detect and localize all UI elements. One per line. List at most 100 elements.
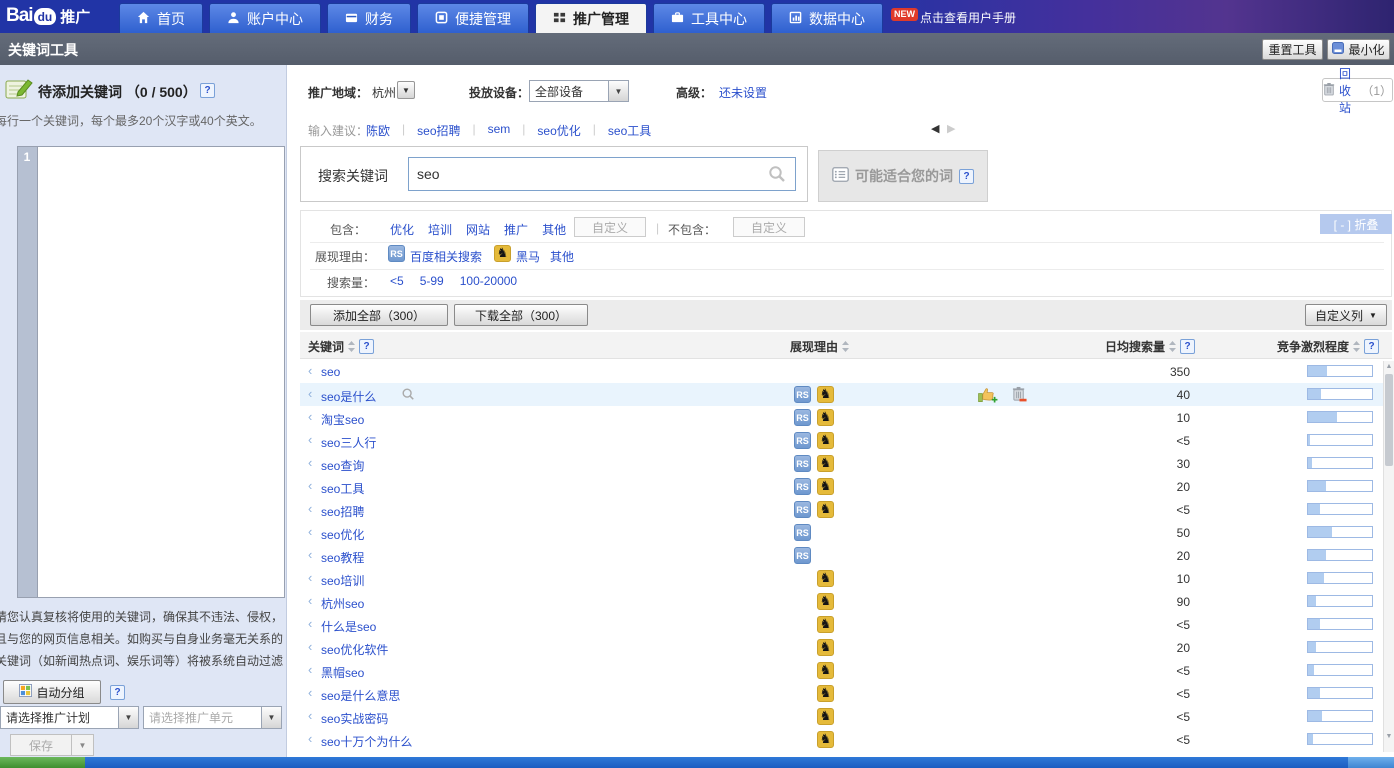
region-dropdown-button[interactable]: ▼ — [397, 81, 415, 99]
rs-icon[interactable]: RS — [794, 455, 811, 472]
suggestions-prev-icon[interactable]: ◀ — [931, 122, 939, 135]
dark-horse-icon[interactable]: ♞ — [817, 731, 834, 748]
suggestion-link[interactable]: seo优化 — [537, 122, 580, 139]
scrollbar-thumb[interactable] — [1385, 374, 1393, 466]
device-select[interactable]: 全部设备 ▼ — [529, 80, 629, 102]
suggestions-next-icon[interactable]: ▶ — [947, 122, 955, 135]
nav-tab-quick-manage[interactable]: 便捷管理 — [417, 3, 529, 33]
help-icon[interactable]: ? — [110, 685, 125, 700]
sort-icon[interactable] — [1169, 341, 1176, 352]
keyword-link[interactable]: seo三人行 — [321, 434, 376, 451]
nav-tab-user[interactable]: 账户中心 — [209, 3, 321, 33]
column-header-competition[interactable]: 竞争激烈程度 ? — [1277, 338, 1379, 355]
tab-suitable-words[interactable]: 可能适合您的词 ? — [818, 150, 988, 202]
help-icon[interactable]: ? — [1364, 339, 1379, 354]
thumbs-up-add-icon[interactable] — [978, 386, 998, 406]
user-manual-link[interactable]: 点击查看用户手册 — [920, 9, 1016, 26]
suggestion-link[interactable]: 陈欧 — [366, 122, 390, 139]
suggestion-link[interactable]: seo工具 — [608, 122, 651, 139]
save-dropdown-arrow[interactable]: ▼ — [71, 734, 94, 756]
search-input[interactable] — [408, 157, 796, 191]
dark-horse-icon[interactable]: ♞ — [817, 478, 834, 495]
keywords-textarea[interactable] — [37, 146, 285, 598]
keyword-link[interactable]: seo培训 — [321, 572, 364, 589]
keyword-link[interactable]: seo — [321, 365, 340, 379]
promo-plan-select[interactable]: 请选择推广计划 ▼ — [0, 706, 139, 729]
keyword-link[interactable]: seo优化 — [321, 526, 364, 543]
rs-icon[interactable]: RS — [794, 478, 811, 495]
keyword-link[interactable]: 黑帽seo — [321, 664, 364, 681]
exclude-custom-button[interactable]: 自定义 — [733, 217, 805, 237]
keyword-link[interactable]: seo教程 — [321, 549, 364, 566]
dark-horse-icon[interactable]: ♞ — [817, 685, 834, 702]
rs-icon[interactable]: RS — [794, 386, 811, 403]
rs-icon[interactable]: RS — [794, 524, 811, 541]
sort-icon[interactable] — [348, 341, 355, 352]
keyword-link[interactable]: seo查询 — [321, 457, 364, 474]
dark-horse-icon[interactable]: ♞ — [817, 593, 834, 610]
include-filter-link[interactable]: 培训 — [428, 221, 452, 238]
custom-columns-button[interactable]: 自定义列 ▼ — [1305, 304, 1387, 326]
minimize-button[interactable]: 最小化 — [1327, 39, 1390, 60]
auto-group-button[interactable]: 自动分组 — [3, 680, 101, 704]
scroll-up-icon[interactable]: ▲ — [1384, 363, 1394, 370]
volume-range-link[interactable]: 5-99 — [420, 274, 444, 288]
volume-range-link[interactable]: <5 — [390, 274, 404, 288]
recycle-bin-button[interactable]: 回收站 （1） — [1322, 78, 1393, 102]
keyword-link[interactable]: seo实战密码 — [321, 710, 388, 727]
dark-horse-link[interactable]: 黑马 — [516, 248, 540, 265]
keyword-link[interactable]: seo是什么 — [321, 388, 376, 405]
dark-horse-icon[interactable]: ♞ — [817, 639, 834, 656]
baidu-related-search-link[interactable]: 百度相关搜索 — [410, 248, 482, 265]
help-icon[interactable]: ? — [959, 169, 974, 184]
include-filter-link[interactable]: 推广 — [504, 221, 528, 238]
nav-tab-briefcase[interactable]: 工具中心 — [653, 3, 765, 33]
keyword-link[interactable]: seo是什么意思 — [321, 687, 400, 704]
preview-search-icon[interactable] — [401, 387, 415, 404]
column-header-reason[interactable]: 展现理由 — [790, 338, 849, 355]
suggestion-link[interactable]: seo招聘 — [417, 122, 460, 139]
dark-horse-icon[interactable]: ♞ — [817, 501, 834, 518]
suggestion-link[interactable]: sem — [488, 122, 511, 139]
keyword-link[interactable]: 淘宝seo — [321, 411, 364, 428]
dark-horse-icon[interactable]: ♞ — [817, 708, 834, 725]
help-icon[interactable]: ? — [1180, 339, 1195, 354]
volume-range-link[interactable]: 100-20000 — [460, 274, 517, 288]
nav-tab-home[interactable]: 首页 — [119, 3, 203, 33]
dark-horse-icon[interactable]: ♞ — [817, 432, 834, 449]
include-filter-link[interactable]: 网站 — [466, 221, 490, 238]
search-icon[interactable] — [768, 165, 786, 186]
column-header-volume[interactable]: 日均搜索量 ? — [1085, 338, 1195, 355]
help-icon[interactable]: ? — [200, 83, 215, 98]
help-icon[interactable]: ? — [359, 339, 374, 354]
trash-delete-icon[interactable] — [1012, 386, 1027, 405]
add-all-button[interactable]: 添加全部（300） — [310, 304, 448, 326]
chevron-down-icon[interactable]: ▼ — [608, 81, 628, 101]
advanced-not-set-link[interactable]: 还未设置 — [719, 84, 767, 101]
chevron-down-icon[interactable]: ▼ — [261, 707, 281, 728]
scroll-down-icon[interactable]: ▼ — [1384, 733, 1394, 740]
download-all-button[interactable]: 下载全部（300） — [454, 304, 588, 326]
dark-horse-icon[interactable]: ♞ — [494, 245, 511, 262]
promo-unit-select[interactable]: 请选择推广单元 ▼ — [143, 706, 282, 729]
keyword-link[interactable]: seo工具 — [321, 480, 364, 497]
sort-icon[interactable] — [1353, 341, 1360, 352]
dark-horse-icon[interactable]: ♞ — [817, 662, 834, 679]
dark-horse-icon[interactable]: ♞ — [817, 570, 834, 587]
rs-icon[interactable]: RS — [794, 409, 811, 426]
dark-horse-icon[interactable]: ♞ — [817, 386, 834, 403]
keyword-link[interactable]: seo十万个为什么 — [321, 733, 412, 750]
keyword-link[interactable]: seo优化软件 — [321, 641, 388, 658]
keyword-link[interactable]: seo招聘 — [321, 503, 364, 520]
include-filter-link[interactable]: 其他 — [542, 221, 566, 238]
reset-tool-button[interactable]: 重置工具 — [1262, 39, 1323, 60]
keyword-link[interactable]: 杭州seo — [321, 595, 364, 612]
dark-horse-icon[interactable]: ♞ — [817, 455, 834, 472]
keyword-link[interactable]: 什么是seo — [321, 618, 376, 635]
rs-icon[interactable]: RS — [794, 501, 811, 518]
include-custom-button[interactable]: 自定义 — [574, 217, 646, 237]
other-reason-link[interactable]: 其他 — [550, 248, 574, 265]
dark-horse-icon[interactable]: ♞ — [817, 616, 834, 633]
nav-tab-wallet[interactable]: 财务 — [327, 3, 411, 33]
sort-icon[interactable] — [842, 341, 849, 352]
